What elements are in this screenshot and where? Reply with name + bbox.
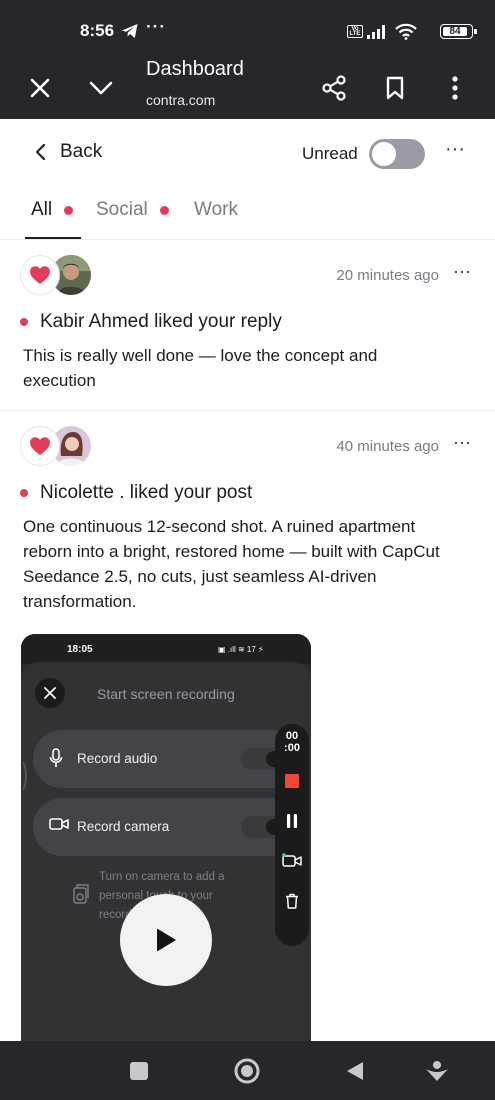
tab-social[interactable]: Social <box>96 199 169 221</box>
toggle-knob <box>372 142 396 166</box>
trash-icon <box>275 884 309 918</box>
preview-title: Start screen recording <box>97 686 235 702</box>
filter-tabs: All Social Work <box>0 187 495 240</box>
preview-timer-seconds: :00 <box>284 742 300 754</box>
tab-social-label: Social <box>96 199 148 220</box>
heart-icon <box>30 437 50 455</box>
wifi-icon <box>395 23 417 45</box>
unread-dot <box>20 318 28 326</box>
preview-timer-minutes: 00 <box>285 730 299 742</box>
preview-edge-arc <box>21 758 27 794</box>
notification-body: One continuous 12-second shot. A ruined … <box>23 517 440 611</box>
like-badge <box>20 255 60 295</box>
video-camera-icon <box>49 816 69 837</box>
header-more-button[interactable]: ··· <box>440 139 470 167</box>
bookmark-icon <box>386 76 404 99</box>
status-more-indicator: ··· <box>146 17 166 36</box>
preview-status-time: 18:05 <box>67 644 93 655</box>
back-label: Back <box>60 141 103 162</box>
close-icon <box>30 78 50 97</box>
tab-all[interactable]: All <box>31 199 74 221</box>
volte-icon: Vo LTE <box>347 25 363 38</box>
unread-toggle[interactable] <box>369 139 425 169</box>
unread-dot <box>20 489 28 497</box>
preview-status-icons: ▣ .ıll ≋ 17 ⚡ <box>218 645 264 654</box>
status-time: 8:56 <box>80 21 115 40</box>
active-tab-indicator <box>25 237 81 239</box>
page-title: Dashboard <box>146 58 244 80</box>
back-triangle-icon <box>347 1061 363 1080</box>
assistant-button[interactable] <box>412 1041 462 1100</box>
bookmark-button[interactable] <box>373 56 417 119</box>
tab-social-unread-dot <box>159 205 169 215</box>
preview-record-audio-label: Record audio <box>77 751 158 766</box>
notifications-header: Back Unread ··· <box>0 119 495 187</box>
unread-label: Unread <box>302 144 358 163</box>
notification-item[interactable]: 20 minutes ago ··· Kabir Ahmed liked you… <box>0 241 495 411</box>
tab-all-unread-dot <box>64 205 74 215</box>
back-button[interactable]: Back <box>34 141 102 163</box>
notification-title[interactable]: Kabir Ahmed liked your reply <box>40 311 282 333</box>
preview-recording-panel: Start screen recording Record audio Reco… <box>21 662 311 1044</box>
notification-item[interactable]: 40 minutes ago ··· Nicolette . liked you… <box>0 412 495 1052</box>
like-badge <box>20 426 60 466</box>
item-more-button[interactable]: ··· <box>448 261 476 285</box>
square-icon <box>130 1061 148 1080</box>
share-icon <box>322 74 346 101</box>
home-circle-icon <box>234 1058 260 1083</box>
heart-icon <box>30 266 50 284</box>
camera-toggle-icon <box>275 844 309 878</box>
item-more-button[interactable]: ··· <box>448 432 476 456</box>
chevron-left-icon <box>35 143 46 161</box>
notification-body: This is really well done — love the conc… <box>23 346 378 390</box>
camera-note-icon <box>73 884 89 909</box>
battery-icon: 84 <box>440 24 477 39</box>
share-button[interactable] <box>312 56 356 119</box>
battery-level: 84 <box>449 26 461 37</box>
preview-record-audio-row: Record audio <box>33 730 301 788</box>
telegram-icon <box>121 23 139 44</box>
home-button[interactable] <box>222 1041 272 1100</box>
system-navigation-bar <box>0 1041 495 1100</box>
preview-status-bar: 18:05 ▣ .ıll ≋ 17 ⚡ <box>21 634 311 664</box>
tab-all-label: All <box>31 199 53 220</box>
more-vertical-icon <box>452 75 458 100</box>
collapse-button[interactable] <box>79 56 123 119</box>
browser-toolbar: Dashboard contra.com <box>0 56 495 119</box>
close-icon <box>44 687 56 699</box>
tab-work[interactable]: Work <box>194 199 238 221</box>
timestamp: 20 minutes ago <box>336 267 439 284</box>
page-url: contra.com <box>146 92 216 108</box>
preview-recording-toolbar: 00 :00 <box>275 724 309 946</box>
preview-record-camera-label: Record camera <box>77 819 170 834</box>
back-nav-button[interactable] <box>330 1041 380 1100</box>
recents-button[interactable] <box>114 1041 164 1100</box>
notification-title[interactable]: Nicolette . liked your post <box>40 482 252 504</box>
browser-menu-button[interactable] <box>433 56 477 119</box>
preview-close-button <box>35 678 65 708</box>
assistant-icon <box>426 1060 448 1081</box>
chevron-down-icon <box>89 81 113 94</box>
close-tab-button[interactable] <box>18 56 62 119</box>
microphone-icon <box>49 748 63 773</box>
play-icon <box>157 928 176 952</box>
timestamp: 40 minutes ago <box>336 438 439 455</box>
status-bar: 8:56 ··· Vo LTE 84 <box>0 0 495 56</box>
stop-icon <box>275 764 309 798</box>
preview-record-camera-row: Record camera <box>33 798 301 856</box>
post-preview[interactable]: 18:05 ▣ .ıll ≋ 17 ⚡ Start screen recordi… <box>21 634 311 1044</box>
signal-icon <box>367 24 389 44</box>
tab-work-label: Work <box>194 199 238 220</box>
pause-icon <box>275 804 309 838</box>
preview-timer: 00 :00 <box>275 730 309 754</box>
play-button[interactable] <box>120 894 212 986</box>
